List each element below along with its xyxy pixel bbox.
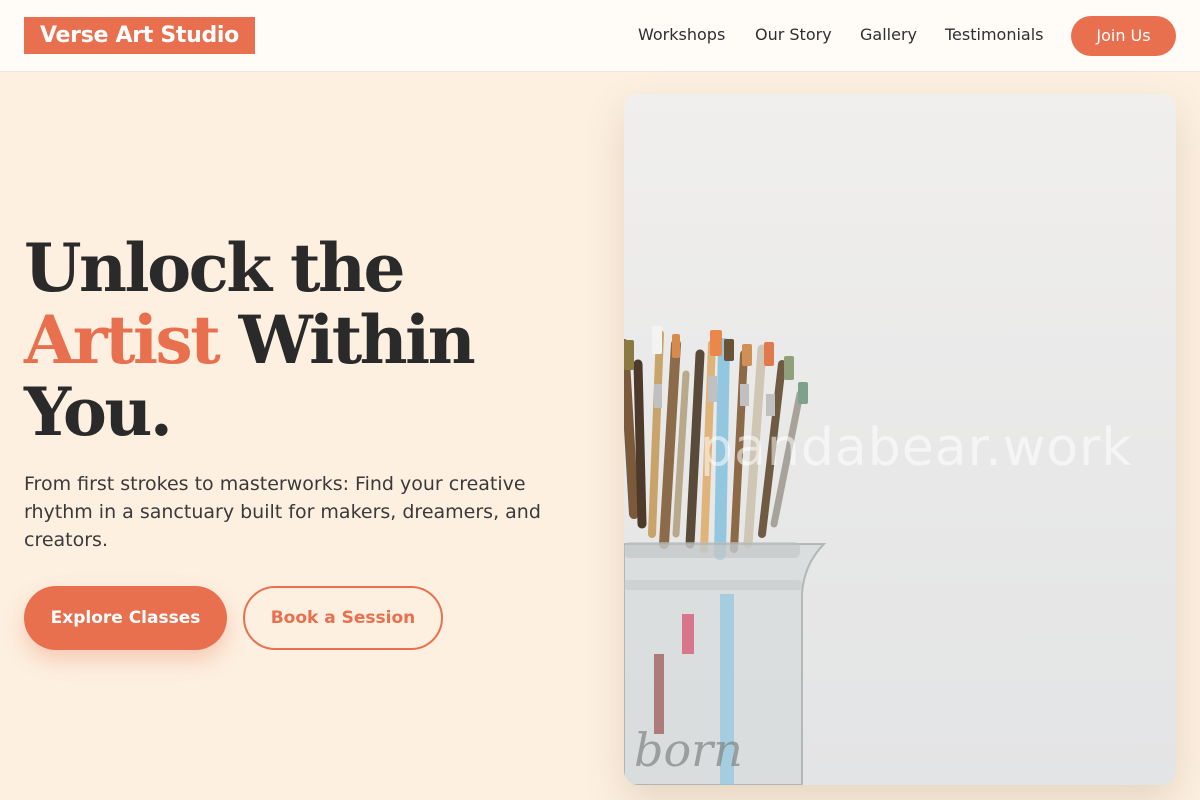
- nav-link-gallery[interactable]: Gallery: [860, 25, 917, 45]
- svg-text:born: born: [634, 723, 743, 777]
- hero-subtitle: From first strokes to masterworks: Find …: [24, 473, 541, 551]
- explore-classes-button[interactable]: Explore Classes: [24, 586, 227, 650]
- site-header: Verse Art Studio Workshops Our Story Gal…: [0, 0, 1200, 72]
- hero-title: Unlock the Artist Within You.: [24, 232, 584, 448]
- hero-title-line3: You.: [24, 373, 173, 451]
- nav-link-testimonials[interactable]: Testimonials: [945, 25, 1044, 45]
- hero-title-line1: Unlock the: [24, 229, 406, 307]
- join-us-button[interactable]: Join Us: [1071, 16, 1176, 56]
- logo[interactable]: Verse Art Studio: [24, 17, 255, 54]
- hero-title-accent: Artist: [24, 301, 221, 379]
- hero-title-line2: Within: [218, 301, 476, 379]
- nav-link-workshops[interactable]: Workshops: [638, 25, 725, 45]
- image-watermark: pandabear.work: [700, 418, 1133, 478]
- nav-link-our-story[interactable]: Our Story: [755, 25, 832, 45]
- book-session-button[interactable]: Book a Session: [243, 586, 443, 650]
